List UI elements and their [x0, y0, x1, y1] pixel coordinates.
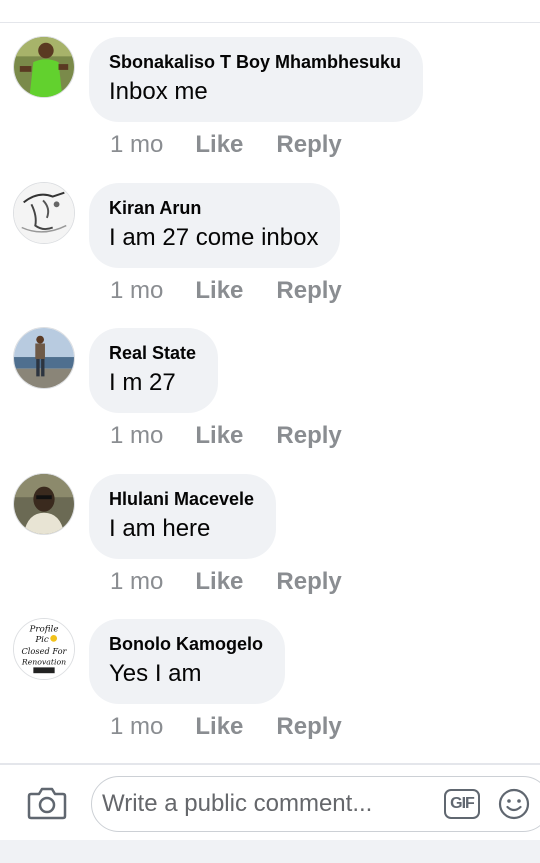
reply-button[interactable]: Reply — [276, 422, 341, 450]
comment-text: I m 27 — [109, 369, 176, 396]
sign-line: Closed For — [22, 646, 68, 656]
like-button[interactable]: Like — [195, 568, 243, 596]
profile-photo-beach-icon — [14, 328, 74, 388]
comment-bubble: Kiran Arun I am 27 come inbox — [89, 183, 341, 268]
comment-composer: GIF — [0, 763, 540, 840]
reply-button[interactable]: Reply — [276, 131, 341, 159]
comment-input-container: GIF — [91, 776, 540, 832]
profile-photo-sketch-icon — [14, 183, 74, 243]
comment-text: Inbox me — [109, 78, 208, 105]
comment-text: I am 27 come inbox — [109, 224, 319, 251]
sign-line: Profile — [29, 625, 59, 635]
comment-text: Yes I am — [109, 660, 202, 687]
sign-line: Renovation — [21, 657, 66, 666]
avatar[interactable] — [13, 327, 75, 389]
profile-pic-closed-sign-icon: Profile Pic Closed For Renovation — [14, 619, 74, 679]
like-button[interactable]: Like — [195, 713, 243, 741]
comment-item: Sbonakaliso T Boy Mhambhesuku Inbox me 1… — [0, 36, 540, 181]
like-button[interactable]: Like — [195, 277, 243, 305]
smiley-icon — [498, 788, 530, 820]
comment-actions: 1 mo Like Reply — [110, 567, 375, 597]
comment-timestamp[interactable]: 1 mo — [110, 277, 163, 305]
emoji-button[interactable] — [498, 788, 530, 820]
reply-button[interactable]: Reply — [276, 277, 341, 305]
comment-actions: 1 mo Like Reply — [110, 130, 375, 160]
avatar[interactable]: Profile Pic Closed For Renovation — [13, 618, 75, 680]
reply-button[interactable]: Reply — [276, 568, 341, 596]
like-button[interactable]: Like — [195, 422, 243, 450]
camera-button[interactable] — [27, 785, 67, 821]
comment-input[interactable] — [102, 787, 432, 821]
comment-actions: 1 mo Like Reply — [110, 712, 375, 742]
comment-author[interactable]: Bonolo Kamogelo — [109, 633, 263, 655]
comment-item: Hlulani Macevele I am here 1 mo Like Rep… — [0, 473, 540, 618]
comment-bubble: Sbonakaliso T Boy Mhambhesuku Inbox me — [89, 37, 424, 122]
avatar[interactable] — [13, 36, 75, 98]
comment-item: Kiran Arun I am 27 come inbox 1 mo Like … — [0, 182, 540, 327]
comment-bubble: Bonolo Kamogelo Yes I am — [89, 619, 285, 704]
camera-icon — [27, 787, 67, 820]
comment-item: Real State I m 27 1 mo Like Reply — [0, 327, 540, 472]
avatar[interactable] — [13, 473, 75, 535]
bottom-bar — [0, 840, 540, 863]
comment-author[interactable]: Kiran Arun — [109, 197, 318, 219]
top-divider — [0, 22, 540, 23]
comment-bubble: Hlulani Macevele I am here — [89, 474, 277, 559]
comment-author[interactable]: Hlulani Macevele — [109, 488, 254, 510]
comment-bubble: Real State I m 27 — [89, 328, 219, 413]
comment-timestamp[interactable]: 1 mo — [110, 131, 163, 159]
profile-photo-green-shirt-icon — [14, 37, 74, 97]
like-button[interactable]: Like — [195, 131, 243, 159]
avatar[interactable] — [13, 182, 75, 244]
comment-author[interactable]: Sbonakaliso T Boy Mhambhesuku — [109, 51, 401, 73]
comment-timestamp[interactable]: 1 mo — [110, 422, 163, 450]
comment-actions: 1 mo Like Reply — [110, 276, 375, 306]
comment-text: I am here — [109, 515, 211, 542]
comment-timestamp[interactable]: 1 mo — [110, 568, 163, 596]
comment-author[interactable]: Real State — [109, 342, 196, 364]
sign-line: Pic — [34, 635, 49, 645]
reply-button[interactable]: Reply — [276, 713, 341, 741]
profile-photo-portrait-icon — [14, 474, 74, 534]
comment-timestamp[interactable]: 1 mo — [110, 713, 163, 741]
comment-item: Profile Pic Closed For Renovation Bonolo… — [0, 618, 540, 763]
comment-actions: 1 mo Like Reply — [110, 421, 375, 451]
gif-button[interactable]: GIF — [444, 789, 480, 819]
